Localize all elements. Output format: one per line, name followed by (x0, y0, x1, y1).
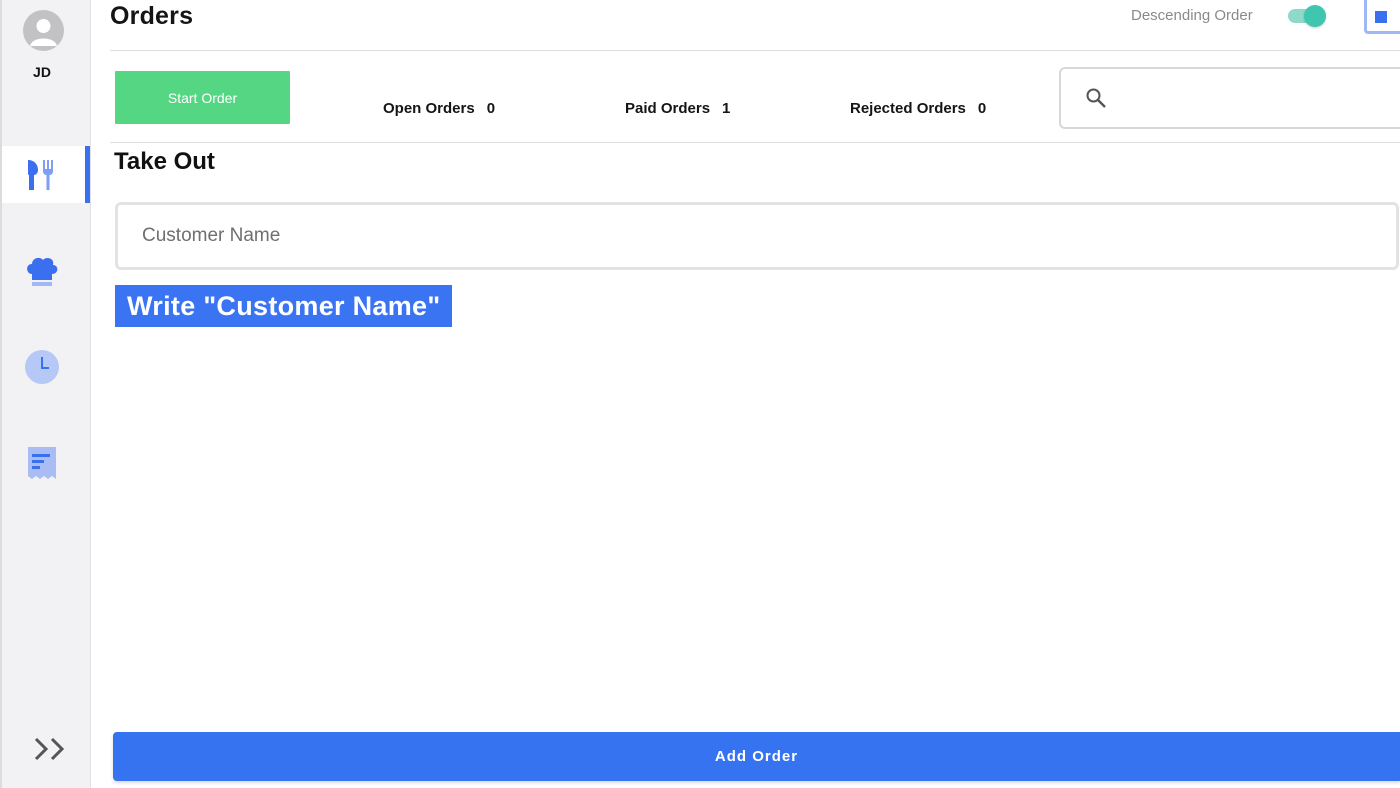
rejected-orders-stat: Rejected Orders 0 (850, 100, 986, 117)
clock-icon (25, 349, 59, 384)
search-input[interactable] (1117, 83, 1397, 113)
toolbar-divider (110, 142, 1400, 143)
customer-name-field[interactable] (115, 202, 1399, 270)
stat-count: 0 (486, 100, 496, 117)
layout-view-button[interactable] (1364, 0, 1400, 34)
start-order-button[interactable]: Start Order (115, 71, 290, 124)
search-box[interactable] (1059, 67, 1400, 129)
layout-icon (1375, 11, 1387, 23)
utensils-icon (28, 159, 53, 190)
user-initials: JD (33, 64, 51, 80)
instruction-banner: Write "Customer Name" (115, 285, 453, 327)
header-divider (110, 50, 1400, 51)
sidebar-item-kitchen[interactable] (2, 242, 90, 299)
stat-label: Paid Orders (625, 100, 711, 117)
toggle-knob (1304, 5, 1326, 27)
paid-orders-stat: Paid Orders 1 (625, 100, 730, 117)
takeout-title: Take Out (114, 148, 215, 175)
customer-name-input[interactable] (142, 221, 1342, 251)
chef-hat-icon (27, 257, 58, 286)
search-icon (1086, 88, 1106, 108)
stat-label: Rejected Orders (850, 100, 966, 117)
sidebar-item-receipts[interactable] (2, 434, 90, 491)
sort-order-toggle[interactable] (1286, 5, 1326, 27)
sidebar-item-history[interactable] (2, 338, 90, 395)
sort-order-label: Descending Order (1131, 7, 1253, 24)
sidebar: JD (0, 0, 91, 788)
sidebar-expand-button[interactable] (32, 734, 70, 764)
stat-count: 0 (977, 100, 987, 117)
person-icon (30, 19, 57, 46)
app-window: JD Orders Descending Order Start Order O… (0, 0, 1400, 788)
sidebar-item-orders[interactable] (2, 146, 90, 203)
add-order-button[interactable]: Add Order (113, 732, 1400, 781)
receipt-icon (28, 446, 56, 479)
double-chevron-right-icon (34, 737, 65, 761)
open-orders-stat: Open Orders 0 (383, 100, 495, 117)
page-title: Orders (110, 2, 194, 30)
avatar[interactable] (23, 10, 64, 51)
stat-label: Open Orders (383, 100, 475, 117)
stat-count: 1 (722, 100, 731, 117)
